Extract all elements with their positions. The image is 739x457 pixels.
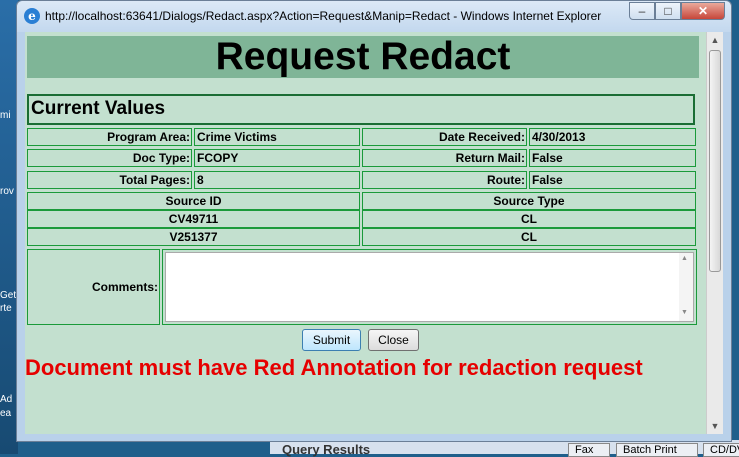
total-pages-value: 8	[194, 171, 360, 189]
source-id-header: Source ID	[27, 192, 360, 210]
total-pages-label: Total Pages:	[27, 171, 192, 189]
current-values-header: Current Values	[27, 94, 695, 125]
page-content: Request Redact Current Values Program Ar…	[25, 32, 723, 434]
background-app-title: Query Results	[282, 442, 371, 457]
comments-label: Comments:	[27, 249, 160, 325]
route-label: Route:	[362, 171, 527, 189]
source-id-cell: CV49711	[27, 210, 360, 228]
doc-type-label: Doc Type:	[27, 149, 192, 167]
ie-icon: e	[24, 8, 40, 24]
scroll-down-icon[interactable]: ▼	[681, 309, 688, 316]
return-mail-value: False	[529, 149, 696, 167]
redact-form: Request Redact Current Values Program Ar…	[25, 32, 706, 434]
scrollbar-thumb[interactable]	[709, 50, 721, 272]
cd-dvd-button[interactable]: CD/DVD	[703, 443, 739, 457]
batch-print-button[interactable]: Batch Print	[616, 443, 698, 457]
source-id-cell: V251377	[27, 228, 360, 246]
title-bar[interactable]: e http://localhost:63641/Dialogs/Redact.…	[17, 1, 731, 32]
comments-textarea[interactable]: ▲ ▼	[165, 252, 694, 322]
current-values-title: Current Values	[31, 98, 166, 119]
date-received-value: 4/30/2013	[529, 128, 696, 146]
submit-button[interactable]: Submit	[302, 329, 361, 351]
return-mail-label: Return Mail:	[362, 149, 527, 167]
program-area-label: Program Area:	[27, 128, 192, 146]
page-title: Request Redact	[27, 36, 699, 78]
scroll-down-icon[interactable]: ▼	[707, 418, 723, 434]
scroll-up-icon[interactable]: ▲	[707, 32, 723, 48]
maximize-button[interactable]: □	[655, 2, 681, 20]
date-received-label: Date Received:	[362, 128, 527, 146]
minimize-button[interactable]: ‒	[629, 2, 655, 20]
route-value: False	[529, 171, 696, 189]
window-title: http://localhost:63641/Dialogs/Redact.as…	[45, 9, 602, 23]
doc-type-value: FCOPY	[194, 149, 360, 167]
error-message: Document must have Red Annotation for re…	[25, 355, 643, 380]
browser-window: e http://localhost:63641/Dialogs/Redact.…	[16, 0, 732, 442]
fax-button[interactable]: Fax	[568, 443, 610, 457]
comments-cell: ▲ ▼	[162, 249, 697, 325]
scroll-up-icon[interactable]: ▲	[681, 255, 688, 262]
page-scrollbar[interactable]: ▲ ▼	[706, 32, 723, 434]
source-type-cell: CL	[362, 210, 696, 228]
source-type-cell: CL	[362, 228, 696, 246]
program-area-value: Crime Victims	[194, 128, 360, 146]
textarea-scrollbar[interactable]: ▲ ▼	[679, 253, 693, 321]
source-type-header: Source Type	[362, 192, 696, 210]
window-close-button[interactable]: ✕	[681, 2, 725, 20]
close-button[interactable]: Close	[368, 329, 419, 351]
